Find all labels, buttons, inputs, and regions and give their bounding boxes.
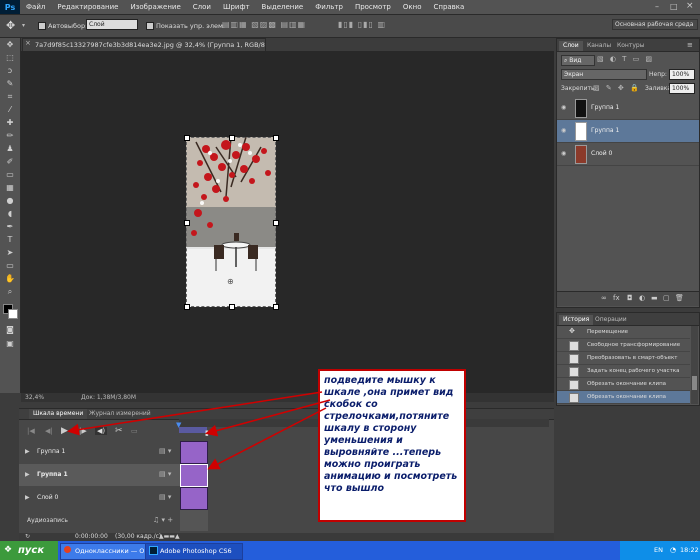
browser-icon [64,546,71,553]
language-indicator[interactable]: EN [654,546,663,554]
start-label: пуск [18,545,45,556]
arrow-to-ruler [205,399,331,437]
clock: 18:22 [680,546,699,554]
windows-taskbar: пуск ❖ Одноклассники — О... Adobe Photos… [0,541,700,560]
taskbar-item-photoshop[interactable]: Adobe Photoshop CS6 [145,543,243,560]
arrow-to-play-area [67,391,323,436]
task-label: Adobe Photoshop CS6 [160,547,232,555]
taskbar-item-browser[interactable]: Одноклассники — О... [60,543,156,560]
tray-icons[interactable]: ◔ [670,546,676,554]
windows-logo-icon: ❖ [4,545,13,555]
photoshop-icon [149,546,158,555]
task-label: Одноклассники — О... [75,547,151,555]
annotation-arrows [67,391,331,470]
system-tray: EN ◔ 18:22 [620,541,700,560]
